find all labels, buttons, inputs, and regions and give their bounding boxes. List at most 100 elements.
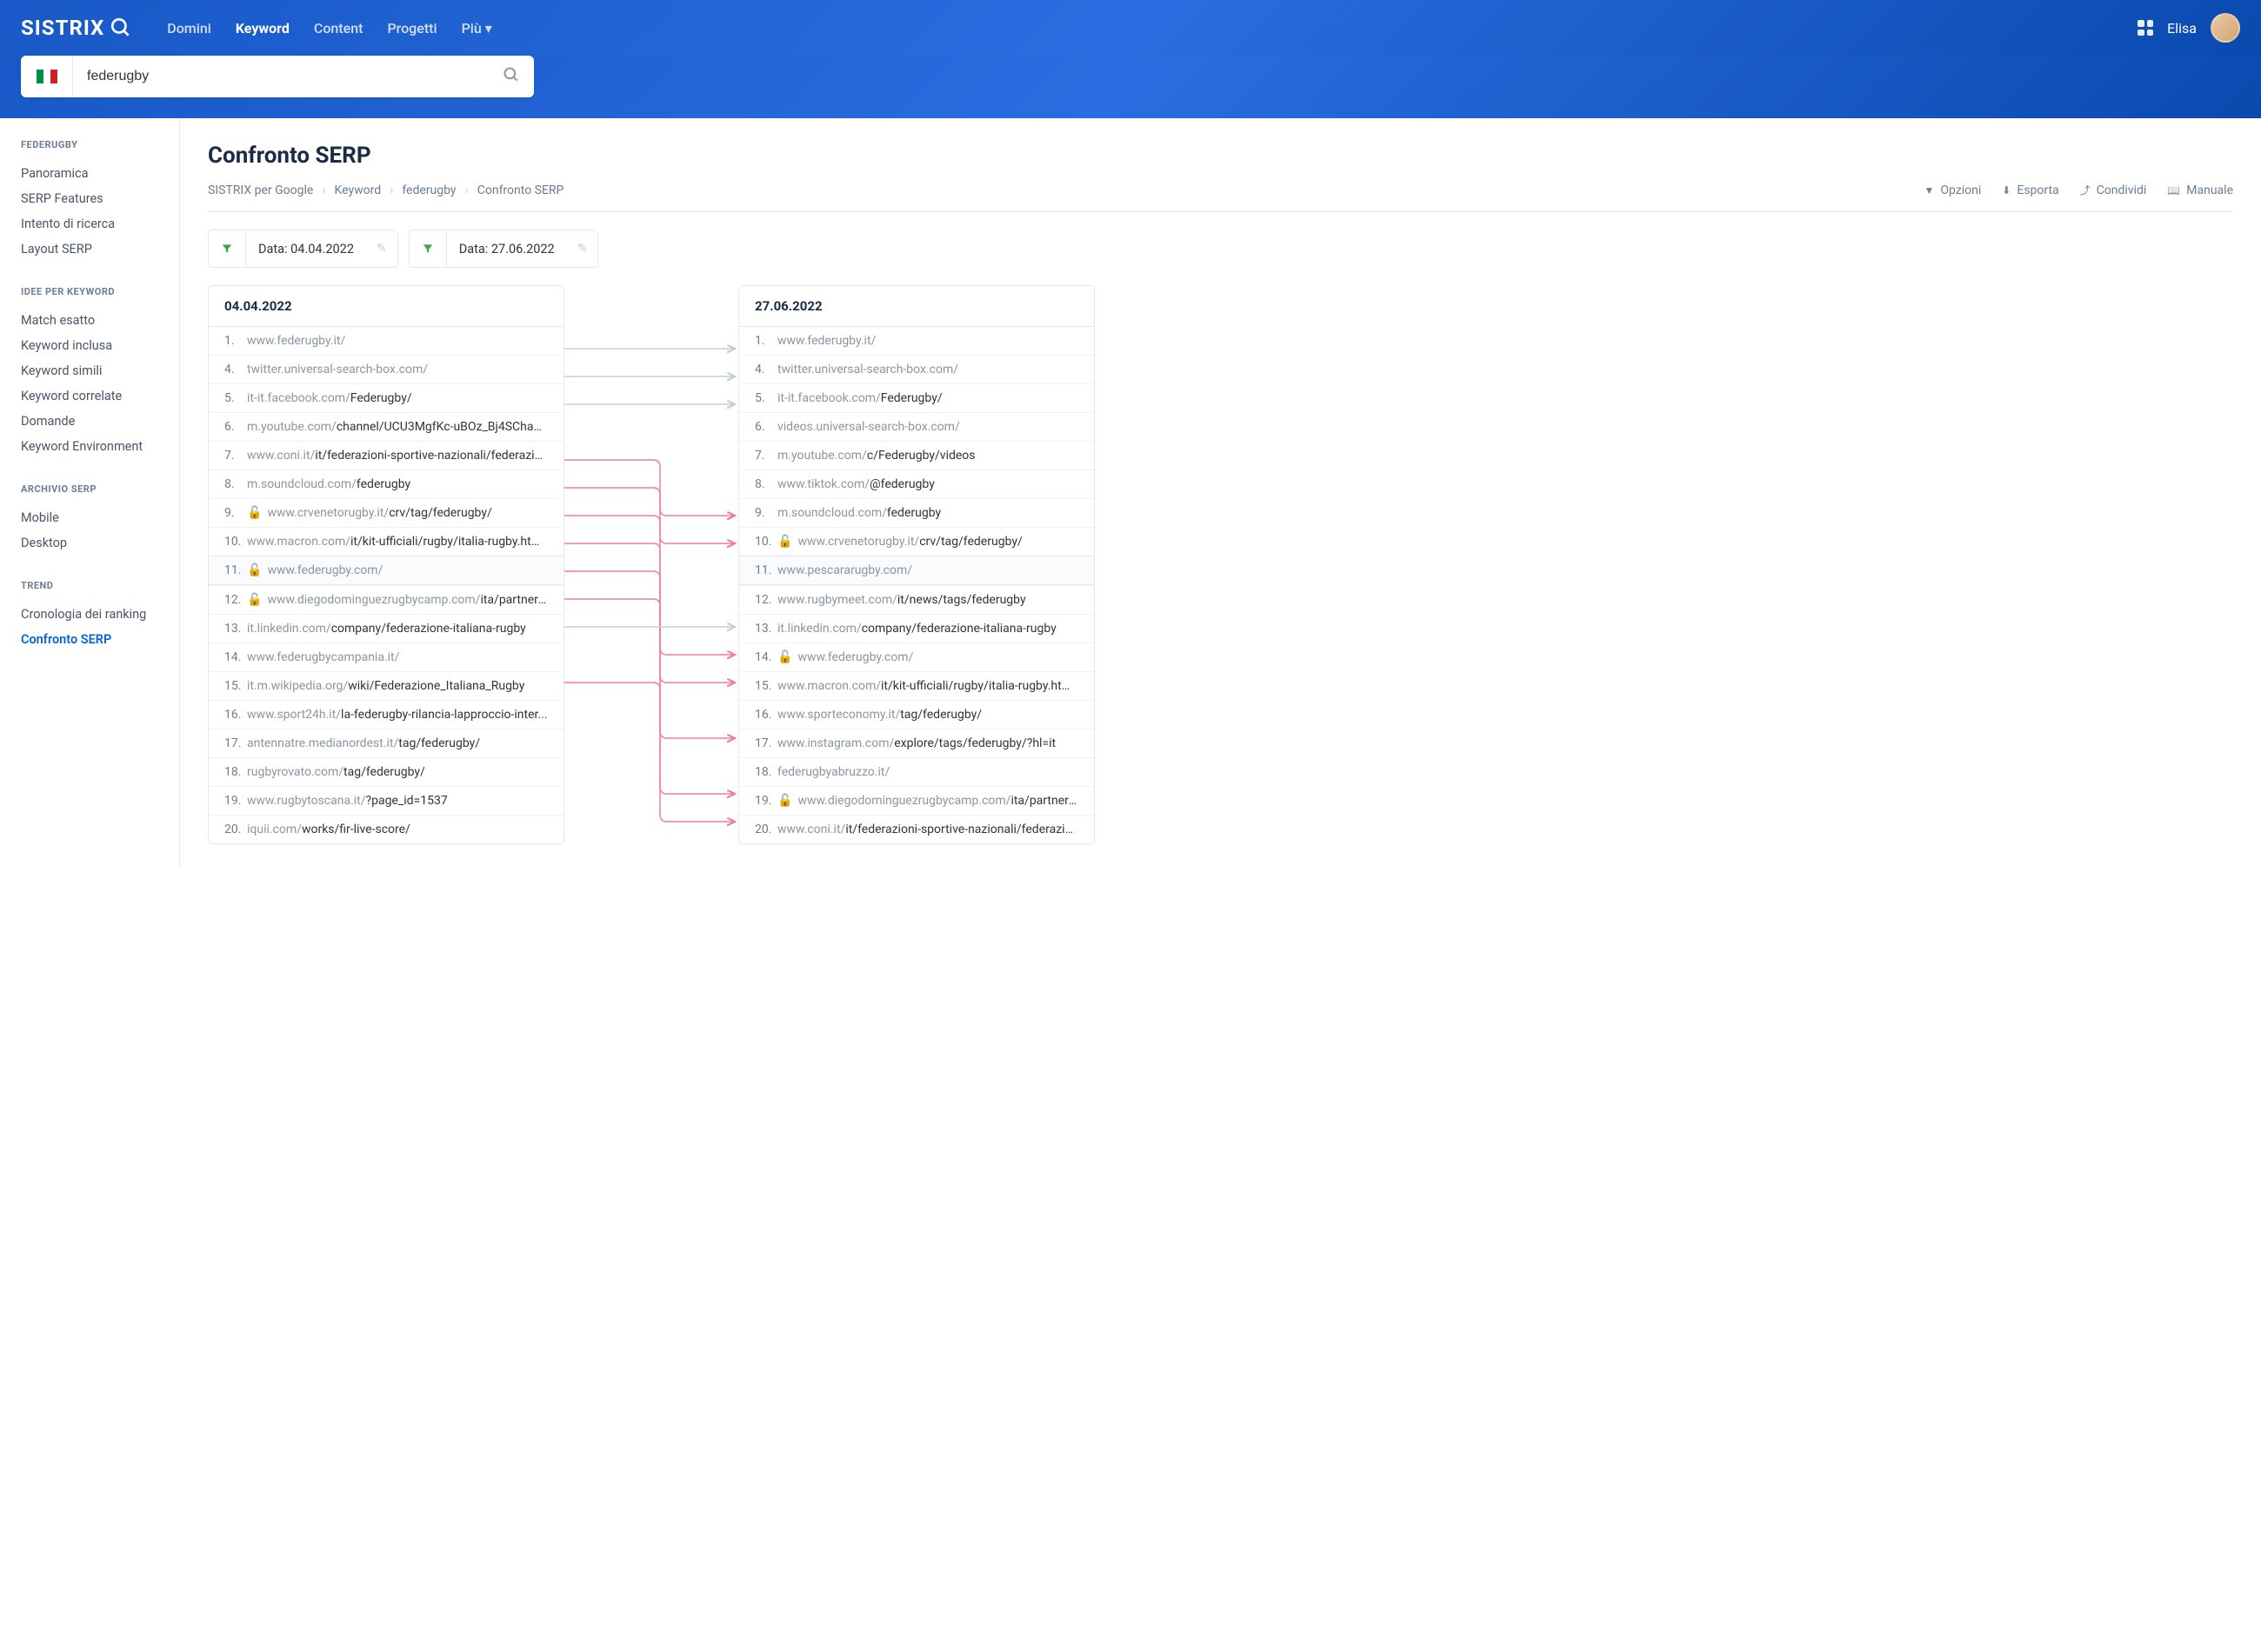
- sidebar-item[interactable]: Keyword simili: [21, 358, 158, 383]
- breadcrumb-item[interactable]: federugby: [402, 183, 456, 197]
- serp-row[interactable]: 20.iquii.com/works/fir-live-score/: [209, 815, 564, 843]
- serp-row[interactable]: 1.www.federugby.it/: [209, 327, 564, 355]
- date-filter[interactable]: Data: 04.04.2022✎: [208, 230, 398, 268]
- rank: 7.: [755, 449, 777, 463]
- url: twitter.universal-search-box.com/: [777, 363, 1078, 376]
- serp-row[interactable]: 7.www.coni.it/it/federazioni-sportive-na…: [209, 441, 564, 470]
- edit-icon[interactable]: ✎: [567, 242, 598, 256]
- serp-row[interactable]: 14.www.federugbycampania.it/: [209, 643, 564, 671]
- serp-row[interactable]: 16.www.sporteconomy.it/tag/federugby/: [739, 700, 1094, 729]
- sidebar-item[interactable]: Keyword Environment: [21, 434, 158, 459]
- serp-row[interactable]: 19.🔓www.diegodominguezrugbycamp.com/ita/…: [739, 786, 1094, 815]
- nav-keyword[interactable]: Keyword: [236, 20, 290, 37]
- serp-row[interactable]: 8.www.tiktok.com/@federugby: [739, 470, 1094, 498]
- sidebar: FEDERUGBYPanoramicaSERP FeaturesIntento …: [0, 118, 179, 869]
- serp-row[interactable]: 4.twitter.universal-search-box.com/: [739, 355, 1094, 383]
- nav-content[interactable]: Content: [314, 20, 363, 37]
- action-manuale[interactable]: 📖Manuale: [2167, 183, 2233, 197]
- url: it.m.wikipedia.org/wiki/Federazione_Ital…: [247, 679, 548, 693]
- search-icon: [110, 17, 132, 39]
- sidebar-item[interactable]: Keyword correlate: [21, 383, 158, 409]
- sidebar-item[interactable]: Layout SERP: [21, 236, 158, 262]
- serp-row[interactable]: 14.🔓www.federugby.com/: [739, 643, 1094, 671]
- action-opzioni[interactable]: ▼Opzioni: [1924, 183, 1982, 197]
- logo[interactable]: SISTRIX: [21, 16, 132, 40]
- url: www.pescararugby.com/: [777, 563, 1078, 577]
- sidebar-item[interactable]: Confronto SERP: [21, 627, 158, 652]
- sidebar-item[interactable]: Keyword inclusa: [21, 333, 158, 358]
- toolbar: SISTRIX per Google›Keyword›federugby›Con…: [208, 183, 2233, 212]
- url: it.linkedin.com/company/federazione-ital…: [777, 622, 1078, 636]
- serp-row[interactable]: 17.www.instagram.com/explore/tags/federu…: [739, 729, 1094, 757]
- serp-row[interactable]: 11.www.pescararugby.com/: [739, 556, 1094, 585]
- serp-row[interactable]: 1.www.federugby.it/: [739, 327, 1094, 355]
- breadcrumb-item[interactable]: Keyword: [335, 183, 382, 197]
- serp-row[interactable]: 13.it.linkedin.com/company/federazione-i…: [739, 614, 1094, 643]
- serp-row[interactable]: 16.www.sport24h.it/la-federugby-rilancia…: [209, 700, 564, 729]
- serp-row[interactable]: 7.m.youtube.com/c/Federugby/videos: [739, 441, 1094, 470]
- url: m.youtube.com/c/Federugby/videos: [777, 449, 1078, 463]
- sidebar-item[interactable]: Desktop: [21, 530, 158, 556]
- serp-row[interactable]: 15.www.macron.com/it/kit-ufficiali/rugby…: [739, 671, 1094, 700]
- search-box: [21, 56, 534, 97]
- sidebar-section-title: TREND: [21, 580, 158, 591]
- sidebar-item[interactable]: Intento di ricerca: [21, 211, 158, 236]
- action-esporta[interactable]: ⬇Esporta: [2002, 183, 2058, 197]
- serp-row[interactable]: 8.m.soundcloud.com/federugby: [209, 470, 564, 498]
- serp-row[interactable]: 12.🔓www.diegodominguezrugbycamp.com/ita/…: [209, 585, 564, 614]
- country-flag-it[interactable]: [21, 56, 73, 97]
- serp-row[interactable]: 5.it-it.facebook.com/Federugby/: [739, 383, 1094, 412]
- breadcrumb-sep: ›: [465, 183, 469, 197]
- nav-più[interactable]: Più ▾: [462, 20, 492, 37]
- serp-row[interactable]: 5.it-it.facebook.com/Federugby/: [209, 383, 564, 412]
- sidebar-item[interactable]: Match esatto: [21, 308, 158, 333]
- serp-row[interactable]: 6.m.youtube.com/channel/UCU3MgfKc-uBOz_B…: [209, 412, 564, 441]
- rank: 6.: [224, 420, 247, 434]
- user-name[interactable]: Elisa: [2167, 20, 2197, 37]
- avatar[interactable]: [2211, 13, 2240, 43]
- condividi-icon: ⤴: [2080, 183, 2091, 197]
- serp-row[interactable]: 18.federugbyabruzzo.it/: [739, 757, 1094, 786]
- url: www.macron.com/it/kit-ufficiali/rugby/it…: [777, 679, 1078, 693]
- url: m.soundcloud.com/federugby: [247, 477, 548, 491]
- rank: 1.: [755, 334, 777, 348]
- sidebar-item[interactable]: Cronologia dei ranking: [21, 602, 158, 627]
- sidebar-item[interactable]: Domande: [21, 409, 158, 434]
- nav-progetti[interactable]: Progetti: [387, 20, 437, 37]
- rank: 18.: [755, 765, 777, 779]
- serp-row[interactable]: 4.twitter.universal-search-box.com/: [209, 355, 564, 383]
- sidebar-item[interactable]: Panoramica: [21, 161, 158, 186]
- nav-domini[interactable]: Domini: [167, 20, 211, 37]
- search-input[interactable]: [73, 69, 489, 84]
- serp-row[interactable]: 10.🔓www.crvenetorugby.it/crv/tag/federug…: [739, 527, 1094, 556]
- breadcrumb: SISTRIX per Google›Keyword›federugby›Con…: [208, 183, 564, 197]
- rank: 8.: [755, 477, 777, 491]
- serp-row[interactable]: 9.m.soundcloud.com/federugby: [739, 498, 1094, 527]
- serp-row[interactable]: 10.www.macron.com/it/kit-ufficiali/rugby…: [209, 527, 564, 556]
- date-filter[interactable]: Data: 27.06.2022✎: [409, 230, 599, 268]
- nav: Domini Keyword Content Progetti Più ▾: [167, 20, 491, 37]
- serp-row[interactable]: 15.it.m.wikipedia.org/wiki/Federazione_I…: [209, 671, 564, 700]
- serp-row[interactable]: 9.🔓www.crvenetorugby.it/crv/tag/federugb…: [209, 498, 564, 527]
- rank: 5.: [224, 391, 247, 405]
- serp-row[interactable]: 6.videos.universal-search-box.com/: [739, 412, 1094, 441]
- url: it-it.facebook.com/Federugby/: [247, 391, 548, 405]
- rank: 18.: [224, 765, 247, 779]
- serp-row[interactable]: 13.it.linkedin.com/company/federazione-i…: [209, 614, 564, 643]
- serp-row[interactable]: 20.www.coni.it/it/federazioni-sportive-n…: [739, 815, 1094, 843]
- serp-row[interactable]: 19.www.rugbytoscana.it/?page_id=1537: [209, 786, 564, 815]
- serp-row[interactable]: 18.rugbyrovato.com/tag/federugby/: [209, 757, 564, 786]
- serp-row[interactable]: 12.www.rugbymeet.com/it/news/tags/federu…: [739, 585, 1094, 614]
- rank: 11.: [755, 563, 777, 577]
- connectors: [564, 285, 738, 844]
- sidebar-item[interactable]: Mobile: [21, 505, 158, 530]
- serp-row[interactable]: 11.🔓www.federugby.com/: [209, 556, 564, 585]
- edit-icon[interactable]: ✎: [366, 242, 397, 256]
- serp-row[interactable]: 17.antennatre.medianordest.it/tag/federu…: [209, 729, 564, 757]
- sidebar-item[interactable]: SERP Features: [21, 186, 158, 211]
- breadcrumb-item[interactable]: Confronto SERP: [477, 183, 564, 197]
- search-button[interactable]: [489, 66, 534, 87]
- apps-icon[interactable]: [2138, 20, 2153, 36]
- action-condividi[interactable]: ⤴Condividi: [2080, 183, 2147, 197]
- breadcrumb-item[interactable]: SISTRIX per Google: [208, 183, 313, 197]
